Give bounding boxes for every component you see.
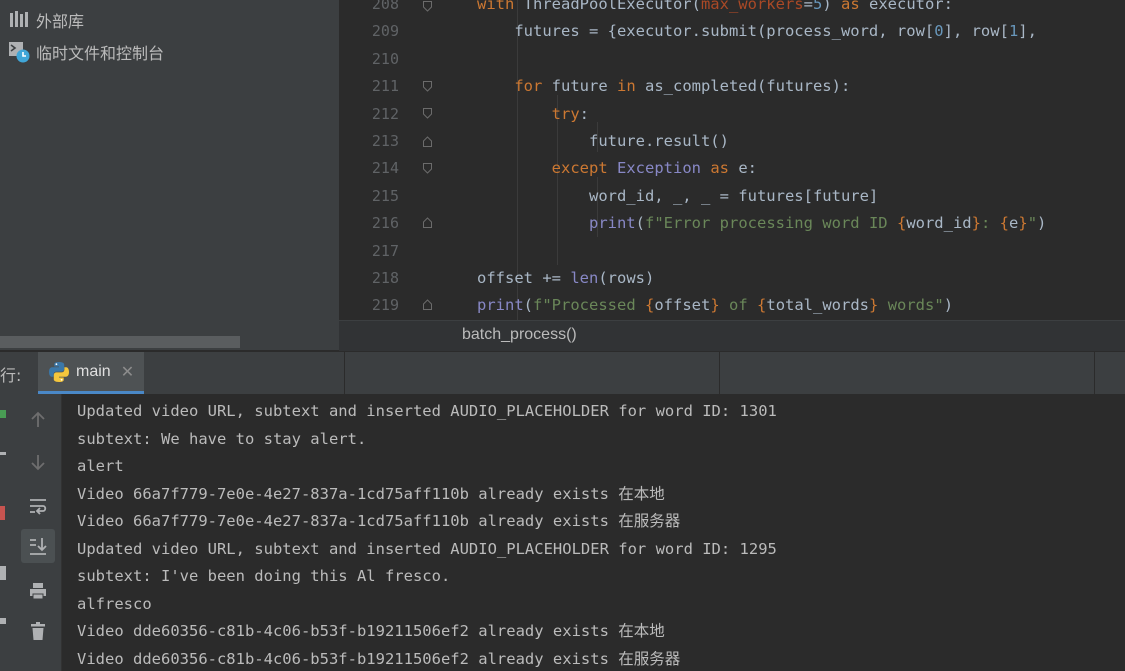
arrow-down-icon (31, 455, 45, 471)
code-line[interactable]: with ThreadPoolExecutor(max_workers=5) a… (477, 0, 1125, 18)
line-number: 213 (371, 132, 399, 150)
code-line[interactable]: future.result() (477, 128, 1125, 155)
editor-breadcrumb[interactable]: batch_process() (339, 320, 1125, 351)
tab-label: main (76, 362, 111, 380)
horizontal-scrollbar[interactable] (0, 336, 240, 348)
fold-open-icon[interactable] (423, 81, 432, 92)
fold-open-icon[interactable] (423, 163, 432, 174)
console-line: Video 66a7f779-7e0e-4e27-837a-1cd75aff11… (77, 484, 665, 503)
code-line[interactable]: for future in as_completed(futures): (477, 73, 1125, 100)
soft-wrap-icon (30, 499, 47, 515)
code-line[interactable] (477, 46, 1125, 73)
scroll-up-button[interactable] (21, 403, 55, 437)
tree-item-label: 外部库 (36, 12, 85, 31)
line-number: 218 (371, 269, 399, 287)
divider (344, 352, 345, 394)
run-side-strip (0, 394, 16, 671)
code-line[interactable]: offset += len(rows) (477, 265, 1125, 292)
breadcrumb-function[interactable]: batch_process() (462, 326, 577, 344)
run-tool-window-header: 行: main ✕ (0, 352, 1125, 395)
line-number: 209 (371, 22, 399, 41)
arrow-up-icon (31, 411, 45, 427)
fold-close-icon[interactable] (423, 136, 432, 147)
line-number: 210 (371, 49, 399, 68)
python-icon (48, 361, 70, 383)
console-line: Video dde60356-c81b-4c06-b53f-b19211506e… (77, 622, 665, 640)
line-number: 214 (371, 159, 399, 178)
console-line: subtext: We have to stay alert. (77, 429, 367, 448)
soft-wrap-button[interactable] (21, 489, 55, 523)
code-line[interactable]: futures = {executor.submit(process_word,… (477, 18, 1125, 45)
code-line[interactable]: word_id, _, _ = futures[future] (477, 183, 1125, 210)
tree-item-scratches[interactable]: 临时文件和控制台 (8, 40, 164, 64)
fold-close-icon[interactable] (423, 299, 432, 310)
line-number: 212 (371, 104, 399, 123)
console-line: Updated video URL, subtext and inserted … (77, 539, 777, 558)
fold-open-icon[interactable] (423, 108, 432, 119)
tree-item-label: 临时文件和控制台 (36, 44, 165, 63)
console-line: Video dde60356-c81b-4c06-b53f-b19211506e… (77, 649, 681, 668)
fold-close-icon[interactable] (423, 217, 432, 228)
divider (719, 352, 720, 394)
scratches-icon (8, 41, 30, 63)
code-line[interactable] (477, 238, 1125, 265)
console-line: Video 66a7f779-7e0e-4e27-837a-1cd75aff11… (77, 512, 681, 530)
line-number: 219 (371, 296, 399, 315)
line-number: 216 (371, 214, 399, 233)
console-line: alert (77, 457, 124, 475)
scroll-down-button[interactable] (21, 445, 55, 479)
console-output[interactable]: Updated video URL, subtext and inserted … (62, 394, 1125, 671)
code-line[interactable]: except Exception as e: (477, 155, 1125, 182)
run-toolbar (16, 394, 62, 671)
clear-all-button[interactable] (21, 614, 55, 648)
tab-main[interactable]: main ✕ (38, 352, 144, 394)
console-line: subtext: I've been doing this Al fresco. (77, 567, 451, 585)
divider (1094, 352, 1095, 394)
line-number: 211 (371, 77, 399, 96)
library-icon (8, 9, 30, 31)
close-icon[interactable]: ✕ (121, 362, 134, 381)
scroll-to-end-icon (30, 538, 47, 555)
code-editor[interactable]: 208 with ThreadPoolExecutor(max_workers=5… (339, 0, 1125, 320)
code-line[interactable]: print(f"Processed {offset} of {total_wor… (477, 292, 1125, 319)
fold-open-icon[interactable] (423, 1, 432, 12)
tree-item-external-libraries[interactable]: 外部库 (8, 8, 84, 32)
line-number: 208 (371, 0, 399, 13)
print-button[interactable] (21, 574, 55, 608)
console-line: Updated video URL, subtext and inserted … (77, 402, 777, 420)
project-tool-window: 外部库 临时文件和控制台 (0, 0, 339, 350)
printer-icon (30, 583, 46, 600)
console-line: alfresco (77, 594, 152, 613)
code-line[interactable]: try: (477, 101, 1125, 128)
trash-icon (31, 622, 45, 640)
line-number: 215 (371, 186, 399, 205)
run-window-title: 行: (0, 366, 22, 385)
code-line[interactable]: print(f"Error processing word ID {word_i… (477, 210, 1125, 237)
scroll-to-end-button[interactable] (21, 529, 55, 563)
line-number: 217 (371, 241, 399, 260)
